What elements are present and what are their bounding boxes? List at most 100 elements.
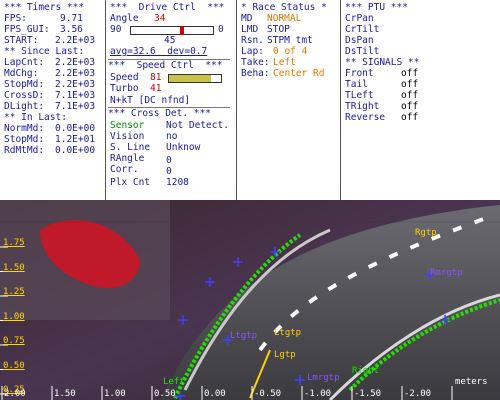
fps-gui-label: FPS_GUI: [4, 24, 50, 35]
race-lap-value: 0 of 4 [273, 46, 308, 57]
x-tick-label: -1.50 [354, 389, 382, 399]
label-rmrgtp: Rmrgtp [430, 268, 463, 278]
angle-mid: 45 [164, 35, 176, 46]
x-tick-label: -2.00 [404, 389, 432, 399]
signal-tleft-label: TLeft [345, 90, 374, 101]
signal-tail-value: off [401, 79, 419, 90]
label-ltgtp-1: Ltgtp [230, 331, 258, 341]
inlast-rdmtmd-value: 0.0E+00 [55, 145, 96, 156]
inlast-normmd-value: 0.0E+00 [55, 123, 96, 134]
race-lmd-label: LMD [241, 24, 259, 35]
cross-sline-value: Unknow [166, 142, 201, 153]
x-tick-label: -1.00 [304, 389, 332, 399]
inlast-stopmd-value: 1.2E+01 [55, 134, 96, 145]
race-take-label: Take: [241, 57, 270, 68]
camera-view: 1.751.501.251.000.750.500.250.00 2.001.5… [0, 200, 500, 400]
cross-sensor-label: Sensor [110, 120, 145, 131]
inlast-stopmd-label: StopMd: [4, 134, 45, 145]
label-lgtp: Lgtp [274, 350, 296, 360]
cross-vision-value: no [166, 131, 178, 142]
since-mdchg-label: MdChg: [4, 68, 39, 79]
cross-rangle-label: RAngle [110, 153, 145, 164]
fps-label: FPS: [4, 13, 27, 24]
y-tick-label: 0.75 [3, 336, 25, 346]
since-stopmd-value: 2.2E+03 [55, 79, 96, 90]
race-beha-label: Beha: [241, 68, 270, 79]
fps-value: 9.71 [60, 13, 83, 24]
ptu-crtilt: CrTilt [345, 24, 380, 35]
signal-front-value: off [401, 68, 419, 79]
cross-det-title: *** Cross Det. *** [108, 107, 230, 119]
since-lapcnt-label: LapCnt: [4, 57, 45, 68]
drive-column: *** Drive Ctrl *** Angle 34 90 0 45 avg=… [106, 0, 237, 200]
race-take-value: Left [273, 57, 296, 68]
signal-front-label: Front [345, 68, 374, 79]
angle-bar-marker [179, 26, 184, 35]
race-md-value: NORMAL [267, 13, 302, 24]
signals-title: ** SIGNALS ** [345, 57, 420, 68]
signal-tright-value: off [401, 101, 419, 112]
speed-value: 81 [150, 72, 162, 83]
ptu-dspan: DsPan [345, 35, 374, 46]
nkt-status: N+kT [DC nfnd] [110, 95, 191, 106]
speed-bar-fill [169, 75, 212, 82]
race-status-column: * Race Status * MD NORMAL LMD STOP Rsn. … [237, 0, 341, 200]
speed-bar [168, 74, 222, 83]
angle-range-max: 0 [218, 24, 224, 35]
label-ltgtp-2: Ltgtp [274, 328, 302, 338]
cross-corr-label: Corr. [110, 164, 139, 175]
x-tick-label: 1.50 [54, 389, 76, 399]
angle-value: 34 [154, 13, 166, 24]
label-rgtp: Rgtp [415, 228, 437, 238]
turbo-value: 41 [150, 83, 162, 94]
race-beha-value: Center Rd [273, 68, 325, 79]
race-rsn-label: Rsn. [241, 35, 264, 46]
ptu-crpan: CrPan [345, 13, 374, 24]
unit-label: meters [455, 377, 488, 387]
angle-label: Angle [110, 13, 139, 24]
in-last-title: ** In Last: [4, 112, 67, 123]
race-rsn-value: STPM tmt [267, 35, 313, 46]
cross-sline-label: S. Line [110, 142, 151, 153]
start-value: 2.2E+03 [55, 35, 96, 46]
fps-gui-value: 3.56 [60, 24, 83, 35]
start-label: START: [4, 35, 39, 46]
cross-plxcnt-value: 1208 [166, 177, 189, 188]
signal-tright-label: TRight [345, 101, 380, 112]
y-tick-label: 1.25 [3, 287, 25, 297]
telemetry-panel: *** Timers *** FPS: 9.71 FPS_GUI: 3.56 S… [0, 0, 500, 200]
race-md-label: MD [241, 13, 253, 24]
signal-reverse-value: off [401, 112, 419, 123]
speed-label: Speed [110, 72, 139, 83]
label-left: Left [163, 377, 185, 387]
angle-bar [130, 26, 214, 35]
drive-ctrl-title: *** Drive Ctrl *** [110, 2, 225, 13]
race-lmd-value: STOP [267, 24, 290, 35]
since-crossd-value: 7.1E+03 [55, 90, 96, 101]
cross-rangle-value: 0 [166, 155, 172, 166]
turbo-label: Turbo [110, 83, 139, 94]
y-tick-label: 1.75 [3, 238, 25, 248]
since-mdchg-value: 2.2E+03 [55, 68, 96, 79]
label-right: Right [352, 366, 380, 376]
ptu-column: *** PTU *** CrPan CrTilt DsPan DsTilt **… [341, 0, 500, 200]
angle-range-min: 90 [110, 24, 122, 35]
y-tick-label: 1.00 [3, 311, 25, 322]
y-tick-label: 1.50 [3, 262, 25, 273]
inlast-normmd-label: NormMd: [4, 123, 45, 134]
race-status-title: * Race Status * [241, 2, 327, 13]
signal-reverse-label: Reverse [345, 112, 386, 123]
race-lap-label: Lap: [241, 46, 264, 57]
since-crossd-label: CrossD: [4, 90, 45, 101]
x-tick-label: 0.00 [204, 389, 226, 399]
signal-tail-label: Tail [345, 79, 368, 90]
cross-corr-value: 0 [166, 166, 172, 177]
x-tick-label: 0.50 [154, 389, 176, 399]
x-tick-label: 1.00 [104, 389, 126, 399]
since-lapcnt-value: 2.2E+03 [55, 57, 96, 68]
cross-plxcnt-label: Plx Cnt [110, 177, 151, 188]
timers-column: *** Timers *** FPS: 9.71 FPS_GUI: 3.56 S… [0, 0, 106, 200]
angle-avg-dev: avg=32.6 dev=0.7 [110, 46, 208, 57]
since-dlight-label: DLight: [4, 101, 45, 112]
ptu-dstilt: DsTilt [345, 46, 380, 57]
